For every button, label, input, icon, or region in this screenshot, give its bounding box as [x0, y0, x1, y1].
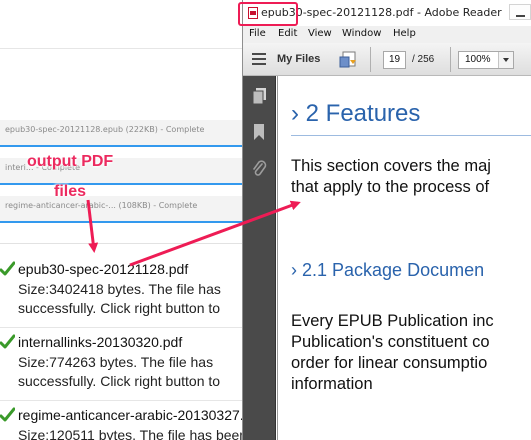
navigation-pane	[243, 76, 276, 440]
converter-header-area	[0, 0, 250, 48]
menu-item-help[interactable]: Help	[393, 28, 416, 39]
paragraph-line: information	[291, 375, 373, 393]
paragraph-line: Every EPUB Publication inc	[291, 312, 494, 330]
menu-bar: File Edit View Window Help	[243, 26, 531, 43]
paragraph-line: order for linear consumptio	[291, 354, 488, 372]
result-line: Size:3402418 bytes. The file has	[18, 281, 221, 297]
checkmark-icon	[0, 261, 15, 276]
menu-item-window[interactable]: Window	[342, 28, 381, 39]
checkmark-icon	[0, 407, 15, 422]
chevron-down-icon[interactable]	[498, 52, 513, 68]
progress-item-label: regime-anticancer-arabic-... (108KB) - C…	[5, 201, 198, 210]
page-number-input[interactable]: 19	[383, 51, 406, 69]
result-file-name[interactable]: epub30-spec-20121128.pdf	[18, 261, 188, 277]
paragraph: This section covers the maj that apply t…	[291, 156, 491, 198]
my-files-button[interactable]: My Files	[277, 53, 320, 65]
menu-item-file[interactable]: File	[249, 28, 266, 39]
result-file-name[interactable]: internallinks-20130320.pdf	[18, 334, 182, 350]
document-page: › 2 Features This section covers the maj…	[277, 76, 531, 440]
progress-item: epub30-spec-20121128.epub (222KB) - Comp…	[0, 120, 250, 147]
save-icon[interactable]	[339, 50, 359, 69]
result-file-name[interactable]: regime-anticancer-arabic-20130327.pdf	[18, 407, 250, 423]
toolbar: My Files 19 / 256 100%	[243, 43, 531, 76]
progress-item-label: epub30-spec-20121128.epub (222KB) - Comp…	[5, 125, 205, 134]
zoom-value: 100%	[465, 54, 491, 65]
minimize-button[interactable]	[509, 4, 531, 20]
adobe-reader-window: epub30-spec-20121128.pdf - Adobe Reader …	[242, 0, 531, 440]
menu-icon[interactable]	[252, 53, 266, 65]
divider	[0, 48, 250, 49]
checkmark-icon	[0, 334, 15, 349]
heading-rule	[291, 135, 531, 136]
converter-panel: epub30-spec-20121128.epub (222KB) - Comp…	[0, 0, 250, 440]
result-description: Size:774263 bytes. The file has successf…	[18, 353, 220, 391]
result-line: successfully. Click right button to	[18, 373, 221, 389]
pages-icon[interactable]	[251, 87, 268, 105]
paragraph: Every EPUB Publication inc Publication's…	[291, 311, 494, 395]
divider	[0, 400, 250, 401]
attachment-icon[interactable]	[251, 160, 268, 178]
zoom-select[interactable]: 100%	[458, 51, 514, 69]
callout-label: output PDF	[27, 153, 114, 170]
divider	[0, 243, 250, 244]
title-highlight-box	[238, 2, 298, 26]
callout-label: files	[54, 183, 87, 200]
paragraph-line: This section covers the maj	[291, 157, 491, 175]
menu-item-view[interactable]: View	[308, 28, 332, 39]
toolbar-separator	[450, 47, 451, 72]
toolbar-separator	[370, 47, 371, 72]
result-description: Size:3402418 bytes. The file has success…	[18, 280, 221, 318]
total-pages: / 256	[412, 54, 435, 65]
paragraph-line: Publication's constituent co	[291, 333, 490, 351]
divider	[0, 327, 250, 328]
result-line: Size:774263 bytes. The file has	[18, 354, 214, 370]
bookmark-icon[interactable]	[251, 123, 268, 141]
result-line: Size:120511 bytes. The file has been con…	[18, 427, 250, 440]
result-description: Size:120511 bytes. The file has been con…	[18, 426, 250, 440]
paragraph-line: that apply to the process of	[291, 178, 490, 196]
progress-item: regime-anticancer-arabic-... (108KB) - C…	[0, 196, 250, 223]
result-line: successfully. Click right button to	[18, 300, 221, 316]
subsection-heading: › 2.1 Package Documen	[291, 260, 485, 280]
menu-item-edit[interactable]: Edit	[278, 28, 297, 39]
section-heading: › 2 Features	[291, 100, 421, 127]
